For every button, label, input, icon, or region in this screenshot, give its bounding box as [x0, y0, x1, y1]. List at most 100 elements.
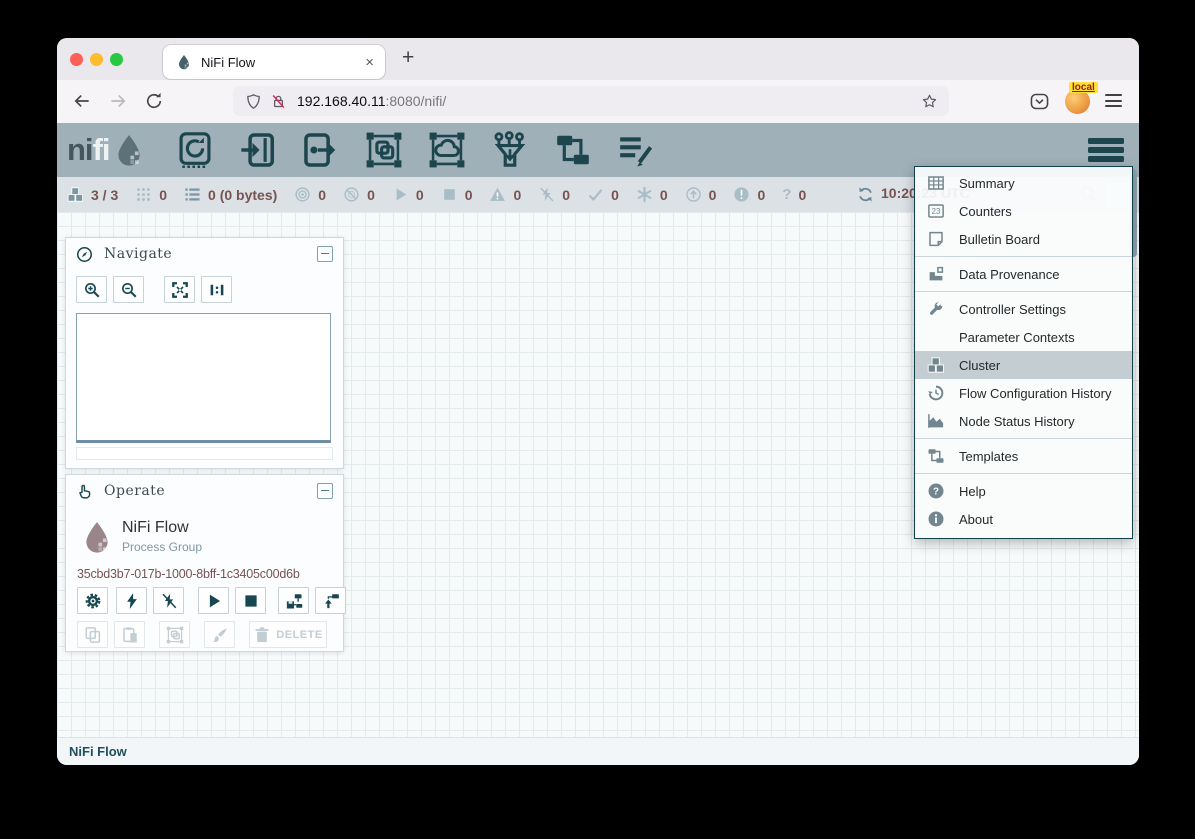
hand-pointer-icon — [76, 483, 93, 500]
up-to-date-check-icon — [587, 186, 604, 203]
menu-item-help[interactable]: Help — [915, 477, 1132, 505]
not-transmitting-status: 0 — [343, 186, 375, 203]
funnel-component-icon[interactable] — [491, 131, 529, 169]
pocket-icon[interactable] — [1029, 91, 1050, 112]
url-bar[interactable]: 192.168.40.11:8080/nifi/ — [233, 86, 949, 116]
cluster-cubes-icon — [927, 356, 945, 374]
threads-grid-icon — [135, 186, 152, 203]
flow-type: Process Group — [122, 540, 202, 554]
area-chart-icon — [927, 412, 945, 430]
queued-status: 0 (0 bytes) — [184, 186, 277, 203]
insecure-lock-icon[interactable] — [270, 93, 287, 110]
new-tab-button[interactable]: + — [402, 46, 414, 70]
start-button[interactable] — [198, 587, 229, 614]
global-menu-icon[interactable] — [1088, 138, 1124, 165]
template-icon — [927, 447, 945, 465]
process-group-drop-icon — [80, 517, 114, 557]
input-port-component-icon[interactable] — [239, 131, 277, 169]
menu-item-summary[interactable]: Summary — [915, 169, 1132, 197]
invalid-status: 0 — [489, 186, 521, 203]
breadcrumb-bar: NiFi Flow — [57, 737, 1139, 765]
label-component-icon[interactable] — [617, 131, 655, 169]
birdseye-view[interactable] — [76, 313, 331, 443]
menu-item-controller-settings[interactable]: Controller Settings — [915, 295, 1132, 323]
navigate-minimize-button[interactable] — [317, 246, 333, 262]
info-circle-icon — [927, 510, 945, 528]
transmitting-bullseye-icon — [294, 186, 311, 203]
browser-menu-icon[interactable] — [1105, 94, 1122, 111]
disable-button[interactable] — [153, 587, 184, 614]
disabled-status: 0 — [538, 186, 570, 203]
up-to-date-status: 0 — [587, 186, 619, 203]
breadcrumb[interactable]: NiFi Flow — [69, 744, 127, 759]
configure-button[interactable] — [77, 587, 108, 614]
output-port-component-icon[interactable] — [302, 131, 340, 169]
process-group-component-icon[interactable] — [365, 131, 403, 169]
menu-item-cluster[interactable]: Cluster — [915, 351, 1132, 379]
empty-icon — [927, 328, 945, 346]
logo-fi-text: fi — [93, 132, 110, 168]
browser-tab[interactable]: NiFi Flow × — [163, 45, 385, 79]
url-text[interactable]: 192.168.40.11:8080/nifi/ — [297, 93, 921, 109]
back-icon[interactable] — [72, 91, 92, 111]
sync-failure-status: ?0 — [782, 186, 806, 203]
processor-component-icon[interactable] — [176, 131, 214, 169]
nifi-drop-icon — [112, 133, 146, 167]
zoom-fit-button[interactable] — [164, 276, 195, 303]
menu-item-bulletin-board[interactable]: Bulletin Board — [915, 225, 1132, 253]
refresh-icon[interactable] — [857, 186, 874, 203]
transmitting-status: 0 — [294, 186, 326, 203]
menu-item-templates[interactable]: Templates — [915, 442, 1132, 470]
zoom-out-button[interactable] — [113, 276, 144, 303]
operate-minimize-button[interactable] — [317, 483, 333, 499]
save-template-button[interactable] — [278, 587, 309, 614]
menu-item-counters[interactable]: Counters — [915, 197, 1132, 225]
nifi-favicon-drop-icon — [176, 54, 192, 70]
cluster-cubes-icon — [67, 186, 84, 203]
counter-icon — [927, 202, 945, 220]
stale-status: 0 — [685, 186, 717, 203]
remote-process-group-component-icon[interactable] — [428, 131, 466, 169]
maximize-window-button[interactable] — [110, 53, 123, 66]
menu-item-data-provenance[interactable]: Data Provenance — [915, 260, 1132, 288]
operate-actions-row2: DELETE — [77, 621, 327, 648]
logo-ni-text: ni — [67, 132, 93, 168]
template-component-icon[interactable] — [554, 131, 592, 169]
tab-title: NiFi Flow — [201, 55, 365, 70]
global-menu: Summary Counters Bulletin Board Data Pro… — [914, 166, 1133, 539]
menu-item-parameter-contexts[interactable]: Parameter Contexts — [915, 323, 1132, 351]
screenshot-stage: NiFi Flow × + 192.168.40.11:8080/nifi/ l… — [0, 0, 1195, 839]
zoom-in-button[interactable] — [76, 276, 107, 303]
copy-button — [77, 621, 108, 648]
operate-header: Operate — [66, 475, 343, 507]
paste-button — [114, 621, 145, 648]
navigate-header: Navigate — [66, 238, 343, 270]
running-play-icon — [392, 186, 409, 203]
operate-actions-row1 — [77, 587, 346, 614]
stop-button[interactable] — [235, 587, 266, 614]
active-threads-status: 0 — [135, 186, 167, 203]
stopped-square-icon — [441, 186, 458, 203]
bookmark-star-icon[interactable] — [921, 93, 938, 110]
running-status: 0 — [392, 186, 424, 203]
shield-icon[interactable] — [245, 93, 262, 110]
close-window-button[interactable] — [70, 53, 83, 66]
menu-item-about[interactable]: About — [915, 505, 1132, 533]
menu-divider — [915, 473, 1132, 474]
menu-item-node-status-history[interactable]: Node Status History — [915, 407, 1132, 435]
minimize-window-button[interactable] — [90, 53, 103, 66]
not-transmitting-icon — [343, 186, 360, 203]
provenance-icon — [927, 265, 945, 283]
note-icon — [927, 230, 945, 248]
url-host: 192.168.40.11 — [297, 93, 386, 109]
menu-divider — [915, 291, 1132, 292]
group-button — [159, 621, 190, 648]
zoom-actual-size-button[interactable] — [201, 276, 232, 303]
reload-icon[interactable] — [144, 91, 164, 111]
close-tab-icon[interactable]: × — [365, 55, 374, 70]
upload-template-button[interactable] — [315, 587, 346, 614]
navigate-buttons — [76, 276, 333, 303]
enable-button[interactable] — [116, 587, 147, 614]
wrench-icon — [927, 300, 945, 318]
menu-item-flow-configuration-history[interactable]: Flow Configuration History — [915, 379, 1132, 407]
